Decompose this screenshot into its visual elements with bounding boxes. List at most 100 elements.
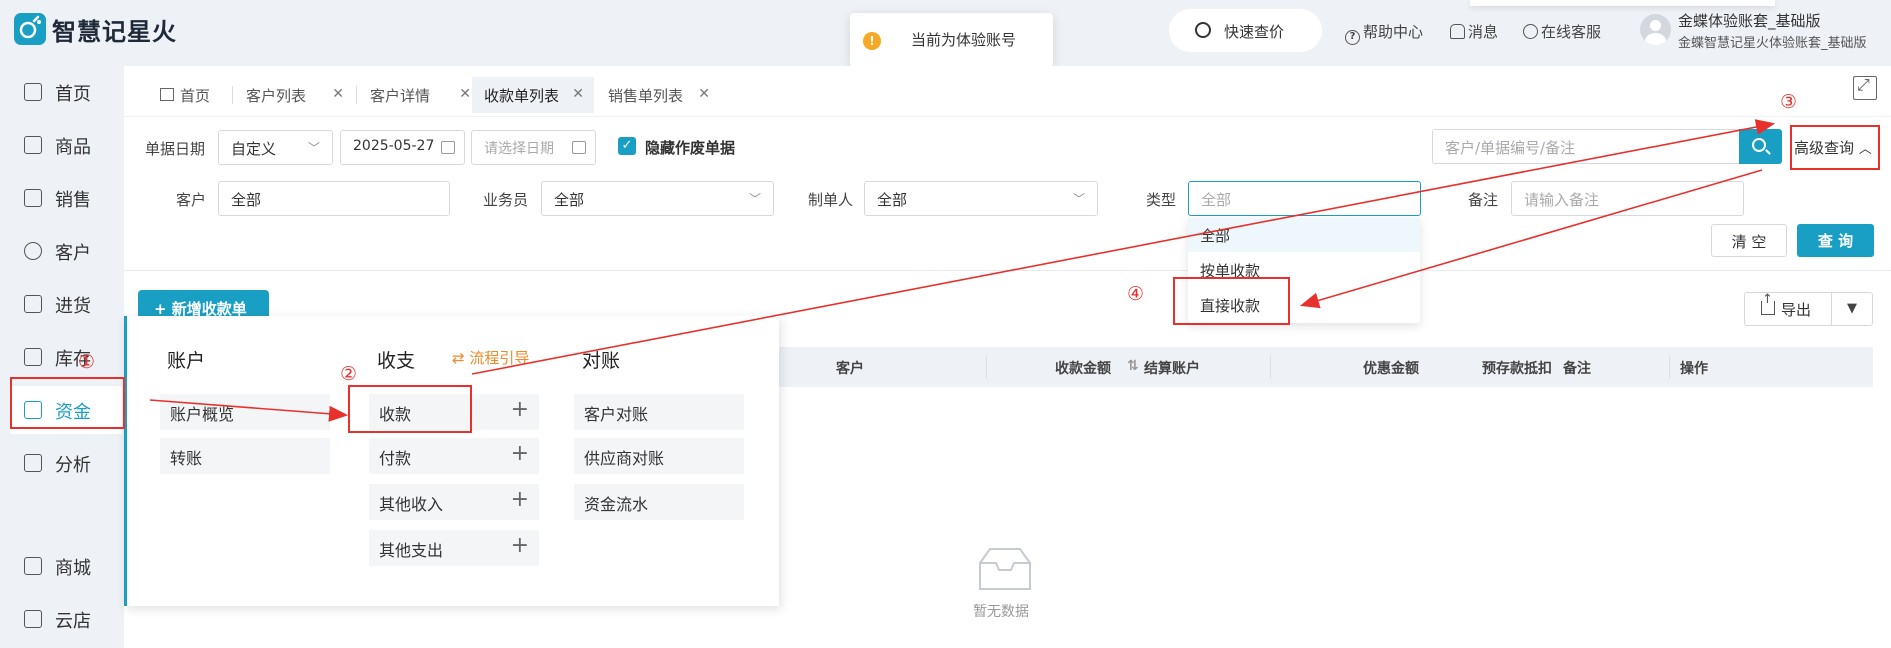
tab-label: 收款单列表 <box>484 87 560 105</box>
tab-customer-list[interactable]: 客户列表 ✕ <box>234 77 354 113</box>
col-customer: 客户 <box>836 361 864 377</box>
close-icon[interactable]: ✕ <box>332 86 344 102</box>
customer-input[interactable]: 全部 <box>218 181 450 216</box>
clear-button[interactable]: 清 空 <box>1711 224 1787 257</box>
sidebar-item-sales[interactable]: 销售 <box>10 174 122 222</box>
messages-link[interactable]: 消息 <box>1450 21 1498 42</box>
menu-fund-flow[interactable]: 资金流水 <box>574 484 744 520</box>
remark-input[interactable]: 请输入备注 <box>1511 181 1744 216</box>
col-amount[interactable]: 收款金额 <box>1055 358 1111 378</box>
menu-item-label: 转账 <box>170 449 203 468</box>
close-icon[interactable]: ✕ <box>698 86 710 102</box>
flow-icon: ⇄ <box>452 349 465 367</box>
close-icon[interactable]: ✕ <box>572 86 584 102</box>
home-icon <box>160 88 174 101</box>
menu-payment[interactable]: 付款 + <box>369 438 539 474</box>
date-mode-select[interactable]: 自定义 ﹀ <box>218 130 333 165</box>
sidebar-item-label: 进货 <box>55 296 91 317</box>
process-guide-link[interactable]: ⇄ 流程引导 <box>452 347 529 368</box>
account-subtitle: 金蝶智慧记星火体验账套_基础版 <box>1678 36 1867 51</box>
type-select[interactable]: 全部 <box>1188 181 1421 216</box>
tab-home[interactable]: 首页 <box>148 77 230 113</box>
tab-label: 客户列表 <box>246 87 307 105</box>
end-date-input[interactable]: 请选择日期 <box>471 130 596 165</box>
tab-label: 客户详情 <box>370 87 431 105</box>
plus-icon[interactable]: + <box>511 487 529 512</box>
menu-supplier-reconciliation[interactable]: 供应商对账 <box>574 438 744 474</box>
date-mode-value: 自定义 <box>231 140 277 158</box>
tab-sales-list[interactable]: 销售单列表 ✕ <box>596 77 720 113</box>
menu-item-label: 供应商对账 <box>584 449 665 468</box>
avatar[interactable] <box>1640 14 1671 45</box>
home-icon <box>24 83 42 101</box>
search-input[interactable]: 客户/单据编号/备注 <box>1432 129 1740 164</box>
tab-customer-detail[interactable]: 客户详情 ✕ <box>358 77 481 113</box>
type-option-all[interactable]: 全部 <box>1188 218 1420 252</box>
menu-other-income[interactable]: 其他收入 + <box>369 484 539 520</box>
end-date-placeholder: 请选择日期 <box>484 141 554 157</box>
clipboard-icon <box>24 189 42 207</box>
hide-void-label: 隐藏作废单据 <box>645 139 736 157</box>
close-icon[interactable]: ✕ <box>459 86 471 102</box>
service-label: 在线客服 <box>1541 23 1602 41</box>
online-service-link[interactable]: 在线客服 <box>1523 21 1601 42</box>
help-center-link[interactable]: ? 帮助中心 <box>1345 21 1423 45</box>
plus-icon[interactable]: + <box>511 397 529 422</box>
tab-receipt-list[interactable]: 收款单列表 ✕ <box>472 77 594 113</box>
menu-other-expense[interactable]: 其他支出 + <box>369 530 539 566</box>
menu-customer-reconciliation[interactable]: 客户对账 <box>574 394 744 430</box>
sidebar-item-label: 客户 <box>55 243 91 264</box>
search-icon <box>1752 138 1766 152</box>
annotation-box-receipt <box>348 385 472 433</box>
sidebar-item-customers[interactable]: 客户 <box>10 227 122 275</box>
fullscreen-icon[interactable] <box>1853 75 1877 100</box>
headset-icon <box>1523 24 1538 39</box>
maker-select[interactable]: 全部 ﹀ <box>864 181 1098 216</box>
chart-icon <box>24 454 42 472</box>
sidebar-item-goods[interactable]: 商品 <box>10 121 122 169</box>
export-button[interactable]: 导出 <box>1744 292 1832 326</box>
menu-account-overview[interactable]: 账户概览 <box>160 394 330 430</box>
shop-icon <box>24 557 42 575</box>
sidebar-item-label: 销售 <box>55 190 91 211</box>
empty-box-icon <box>979 548 1031 590</box>
sidebar-item-label: 商城 <box>55 558 91 579</box>
sort-icon[interactable]: ⇅ <box>1127 358 1139 374</box>
search-placeholder: 客户/单据编号/备注 <box>1445 139 1576 157</box>
export-more-button[interactable]: ▼ <box>1831 292 1873 326</box>
plus-icon[interactable]: + <box>511 441 529 466</box>
sidebar-item-mall[interactable]: 商城 <box>10 542 122 590</box>
menu-item-label: 资金流水 <box>584 495 649 514</box>
sidebar-item-home[interactable]: 首页 <box>10 68 122 116</box>
empty-text: 暂无数据 <box>973 604 1029 620</box>
quick-price-button[interactable]: 快速查价 <box>1169 9 1322 52</box>
sidebar-item-inventory[interactable]: 库存 <box>10 333 122 381</box>
col-prepaid: 预存款抵扣 <box>1482 361 1552 377</box>
search-button[interactable] <box>1739 129 1782 164</box>
type-label: 类型 <box>1146 191 1177 209</box>
list-icon <box>24 295 42 313</box>
sidebar-item-label: 首页 <box>55 84 91 105</box>
help-label: 帮助中心 <box>1363 23 1424 41</box>
remark-placeholder: 请输入备注 <box>1524 191 1600 209</box>
messages-label: 消息 <box>1468 23 1499 41</box>
menu-transfer[interactable]: 转账 <box>160 438 330 474</box>
account-name[interactable]: 金蝶体验账套_基础版 <box>1678 10 1821 31</box>
query-button[interactable]: 查 询 <box>1797 224 1874 257</box>
sidebar-item-cloud-store[interactable]: 云店 <box>10 595 122 643</box>
sidebar: 首页 商品 销售 客户 进货 库存 资金 分析 商城 云店 <box>0 62 124 648</box>
annotation-number-4: ④ <box>1127 283 1145 305</box>
sidebar-item-analysis[interactable]: 分析 <box>10 439 122 487</box>
annotation-box-direct <box>1173 277 1290 325</box>
maker-label: 制单人 <box>808 191 854 209</box>
salesman-select[interactable]: 全部 ﹀ <box>541 181 774 216</box>
start-date-input[interactable]: 2025-05-27 <box>340 130 465 165</box>
col-remark: 备注 <box>1563 361 1591 377</box>
column-divider <box>986 355 987 379</box>
sidebar-item-purchase[interactable]: 进货 <box>10 280 122 328</box>
reconciliation-title: 对账 <box>582 350 621 372</box>
hide-void-checkbox[interactable]: ✓ <box>618 137 636 155</box>
store-icon <box>24 610 42 628</box>
maker-value: 全部 <box>877 191 908 209</box>
plus-icon[interactable]: + <box>511 533 529 558</box>
